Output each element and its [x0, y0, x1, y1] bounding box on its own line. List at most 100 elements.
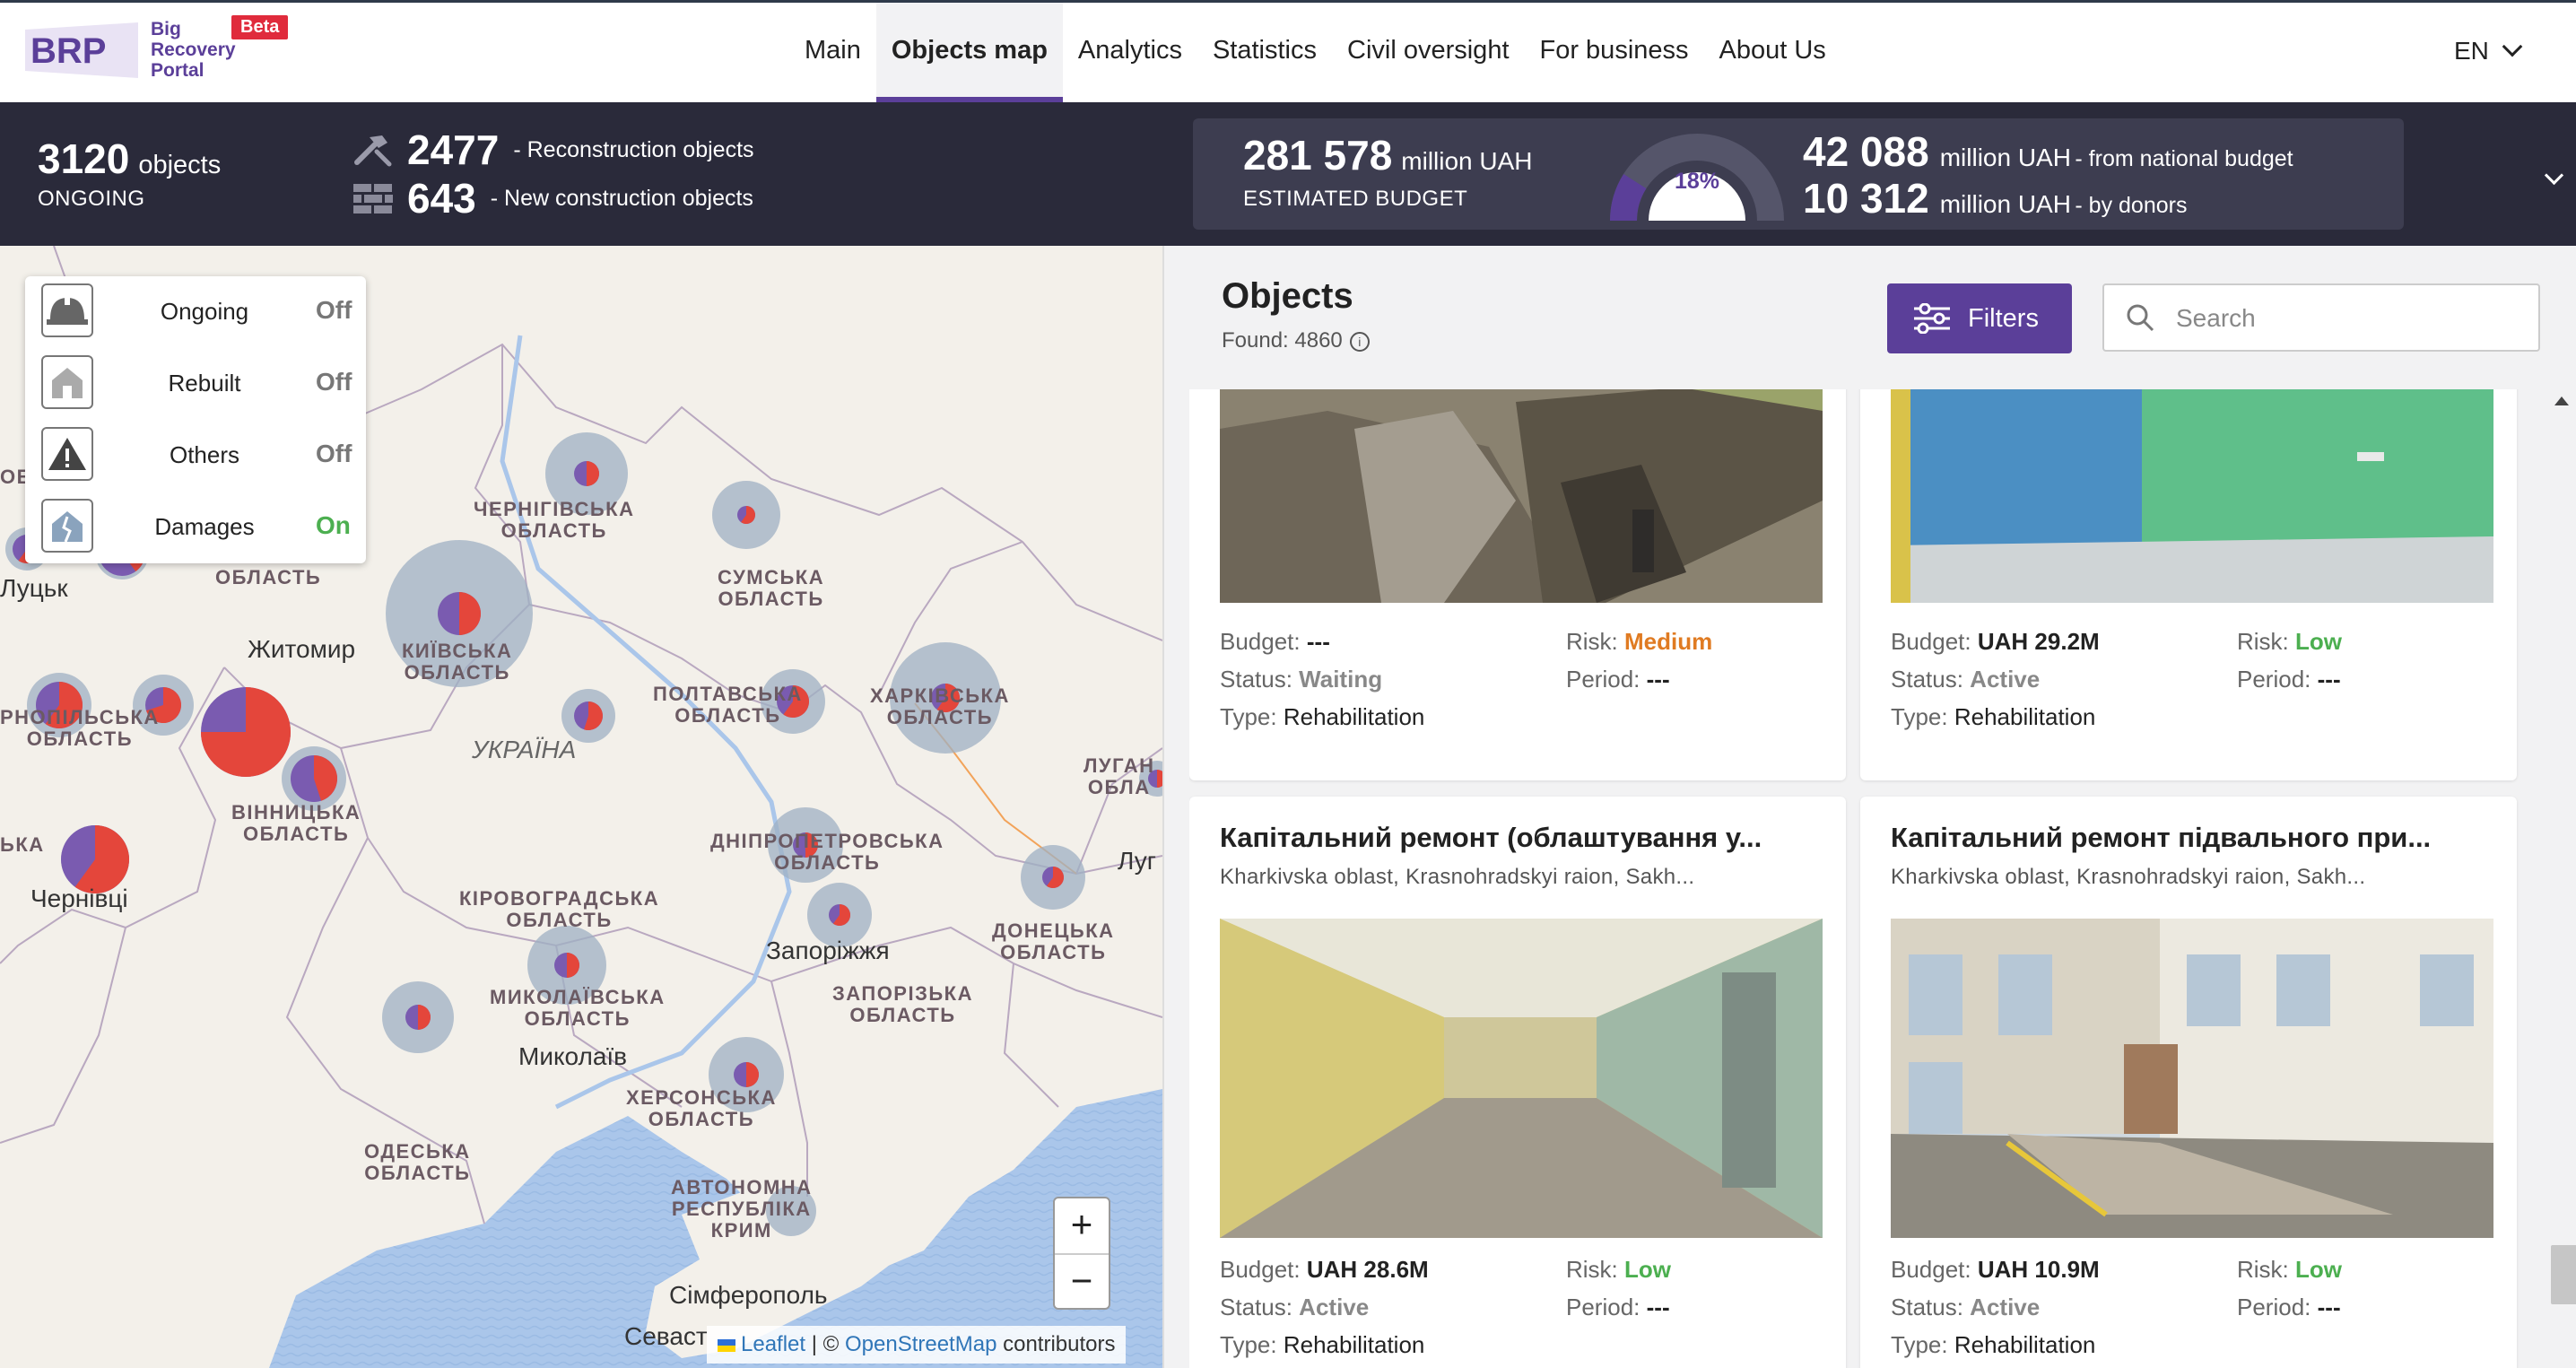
- card-risk: Risk: Low: [2237, 1256, 2343, 1283]
- brp-logo[interactable]: BRP Big Recovery Portal Beta: [25, 15, 303, 82]
- object-card[interactable]: Budget: UAH 29.2M Risk: Low Status: Acti…: [1860, 389, 2517, 780]
- found-count: Found: 4860 i: [1222, 328, 1370, 353]
- legend-label-damages: Damages: [154, 513, 255, 540]
- main-nav: Main Objects map Analytics Statistics Ci…: [789, 3, 1841, 105]
- card-status: Status: Waiting: [1220, 666, 1383, 693]
- card-location: Kharkivska oblast, Krasnohradskyi raion,…: [1220, 865, 1695, 889]
- region-label-sumy: СУМСЬКА ОБЛАСТЬ: [718, 566, 825, 610]
- objects-map[interactable]: ЧЕРНІГІВСЬКА ОБЛАСТЬ СУМСЬКА ОБЛАСТЬ КИЇВС…: [0, 246, 1162, 1368]
- region-label-odesa: ОДЕСЬКА ОБЛАСТЬ: [364, 1140, 471, 1184]
- card-risk: Risk: Low: [2237, 628, 2343, 655]
- funded-percent: 18%: [1674, 169, 1720, 194]
- house-icon: [41, 355, 93, 409]
- nav-objects-map[interactable]: Objects map: [875, 3, 1063, 102]
- panel-title: Objects: [1222, 276, 1353, 316]
- region-label-poltava: ПОЛТАВСЬКА ОБЛАСТЬ: [653, 683, 803, 727]
- card-period: Period: ---: [1566, 1294, 1670, 1320]
- card-period: Period: ---: [1566, 666, 1670, 693]
- zoom-in-button[interactable]: +: [1055, 1198, 1109, 1255]
- region-label-chernihiv: ЧЕРНІГІВСЬКА ОБЛАСТЬ: [474, 498, 635, 542]
- legend-toggle-rebuilt[interactable]: Off: [316, 368, 352, 396]
- attribution-contributors: contributors: [996, 1332, 1116, 1356]
- openstreetmap-link[interactable]: OpenStreetMap: [845, 1332, 996, 1356]
- country-ukraine: УКРАЇНА: [472, 736, 577, 763]
- reconstruction-row: 2477 - Reconstruction objects: [352, 126, 754, 174]
- national-budget-value: 42 088: [1803, 128, 1929, 175]
- summary-expand-chevron-icon[interactable]: [2544, 165, 2564, 186]
- nav-civil-oversight[interactable]: Civil oversight: [1332, 3, 1525, 102]
- damaged-house-icon: [41, 499, 93, 553]
- nav-for-business[interactable]: For business: [1525, 3, 1704, 102]
- legend-label-rebuilt: Rebuilt: [168, 370, 241, 396]
- card-budget: Budget: UAH 29.2M: [1891, 628, 2100, 655]
- budget-box: 281 578 million UAH ESTIMATED BUDGET 18% …: [1193, 118, 2404, 230]
- object-card[interactable]: Budget: --- Risk: Medium Status: Waiting…: [1189, 389, 1846, 780]
- new-construction-label: - New construction objects: [490, 185, 753, 211]
- national-budget-row: 42 088 million UAH - from national budget: [1803, 127, 2293, 176]
- legend-toggle-damages[interactable]: On: [316, 511, 351, 540]
- card-risk: Risk: Medium: [1566, 628, 1713, 655]
- search-box[interactable]: [2102, 283, 2540, 352]
- legend-toggle-ongoing[interactable]: Off: [316, 296, 352, 325]
- card-budget: Budget: UAH 10.9M: [1891, 1256, 2100, 1283]
- reconstruction-count: 2477: [407, 126, 500, 173]
- beta-badge: Beta: [231, 15, 289, 39]
- region-label-kherson: ХЕРСОНСЬКА ОБЛАСТЬ: [626, 1086, 777, 1130]
- card-status: Status: Active: [1220, 1294, 1370, 1320]
- zoom-control: + −: [1053, 1197, 1110, 1310]
- donors-budget-unit: million UAH: [1939, 190, 2071, 218]
- legend-row-rebuilt[interactable]: Rebuilt Off: [25, 348, 366, 420]
- corridor-photo: [1220, 919, 1823, 1238]
- object-card[interactable]: Капітальний ремонт (облаштування у... Kh…: [1189, 797, 1846, 1368]
- legend-row-ongoing[interactable]: Ongoing Off: [25, 276, 366, 348]
- city-simferopol: Сімферополь: [669, 1281, 828, 1309]
- ongoing-unit: objects: [138, 151, 222, 179]
- donors-budget-row: 10 312 million UAH - by donors: [1803, 174, 2187, 222]
- helmet-icon: [41, 283, 93, 337]
- attribution-separator: | ©: [805, 1332, 845, 1356]
- found-count-text: Found: 4860: [1222, 328, 1343, 353]
- legend-row-damages[interactable]: Damages On: [25, 492, 366, 563]
- nav-statistics[interactable]: Statistics: [1197, 3, 1332, 102]
- reconstruction-label: - Reconstruction objects: [513, 136, 754, 162]
- card-budget: Budget: ---: [1220, 628, 1330, 655]
- city-mykolaiv: Миколаїв: [518, 1042, 628, 1070]
- nav-analytics[interactable]: Analytics: [1063, 3, 1197, 102]
- legend-toggle-others[interactable]: Off: [316, 440, 352, 468]
- card-risk: Risk: Low: [1566, 1256, 1672, 1283]
- card-title[interactable]: Капітальний ремонт (облаштування у...: [1220, 822, 1823, 854]
- objects-panel: Objects Found: 4860 i Filters Search Bud…: [1162, 246, 2576, 1368]
- search-input[interactable]: [2174, 296, 2519, 341]
- nav-about-us[interactable]: About Us: [1704, 3, 1841, 102]
- region-label-kirovohrad: КІРОВОГРАДСЬКА ОБЛАСТЬ: [459, 887, 660, 931]
- legend-label-others: Others: [169, 441, 240, 468]
- ongoing-count: 3120: [38, 135, 130, 182]
- card-title[interactable]: Капітальний ремонт підвального при...: [1891, 822, 2493, 854]
- estimated-budget-value: 281 578: [1243, 132, 1393, 179]
- logo-wordmark: Big Recovery Portal: [151, 19, 236, 81]
- legend-label-ongoing: Ongoing: [160, 298, 249, 325]
- object-card[interactable]: Капітальний ремонт підвального при... Kh…: [1860, 797, 2517, 1368]
- card-type: Type: Rehabilitation: [1220, 1331, 1425, 1358]
- room-photo: [1891, 389, 2493, 603]
- map-legend: Ongoing Off Rebuilt Off Others Off Damag…: [25, 276, 366, 563]
- card-type: Type: Rehabilitation: [1891, 703, 2096, 730]
- scrollbar-thumb[interactable]: [2551, 1245, 2576, 1304]
- funded-label: Funded:: [1658, 201, 1736, 224]
- scroll-up-arrow-icon[interactable]: [2554, 396, 2569, 405]
- nav-main[interactable]: Main: [789, 3, 876, 102]
- ukraine-flag-icon: [718, 1338, 735, 1352]
- cards-list[interactable]: Budget: --- Risk: Medium Status: Waiting…: [1189, 389, 2551, 1368]
- new-construction-count: 643: [407, 175, 476, 222]
- leaflet-link[interactable]: Leaflet: [741, 1332, 805, 1356]
- chevron-down-icon: [2502, 36, 2523, 57]
- filters-button[interactable]: Filters: [1887, 283, 2072, 353]
- info-icon[interactable]: i: [1349, 331, 1370, 352]
- sliders-icon: [1914, 303, 1950, 334]
- filters-label: Filters: [1968, 304, 2039, 333]
- zoom-out-button[interactable]: −: [1055, 1255, 1109, 1310]
- language-selector[interactable]: EN: [2454, 36, 2523, 65]
- region-label-kharkiv: ХАРКІВСЬКА ОБЛАСТЬ: [870, 684, 1010, 728]
- region-label-donetsk: ДОНЕЦЬКА ОБЛАСТЬ: [992, 919, 1115, 963]
- legend-row-others[interactable]: Others Off: [25, 420, 366, 492]
